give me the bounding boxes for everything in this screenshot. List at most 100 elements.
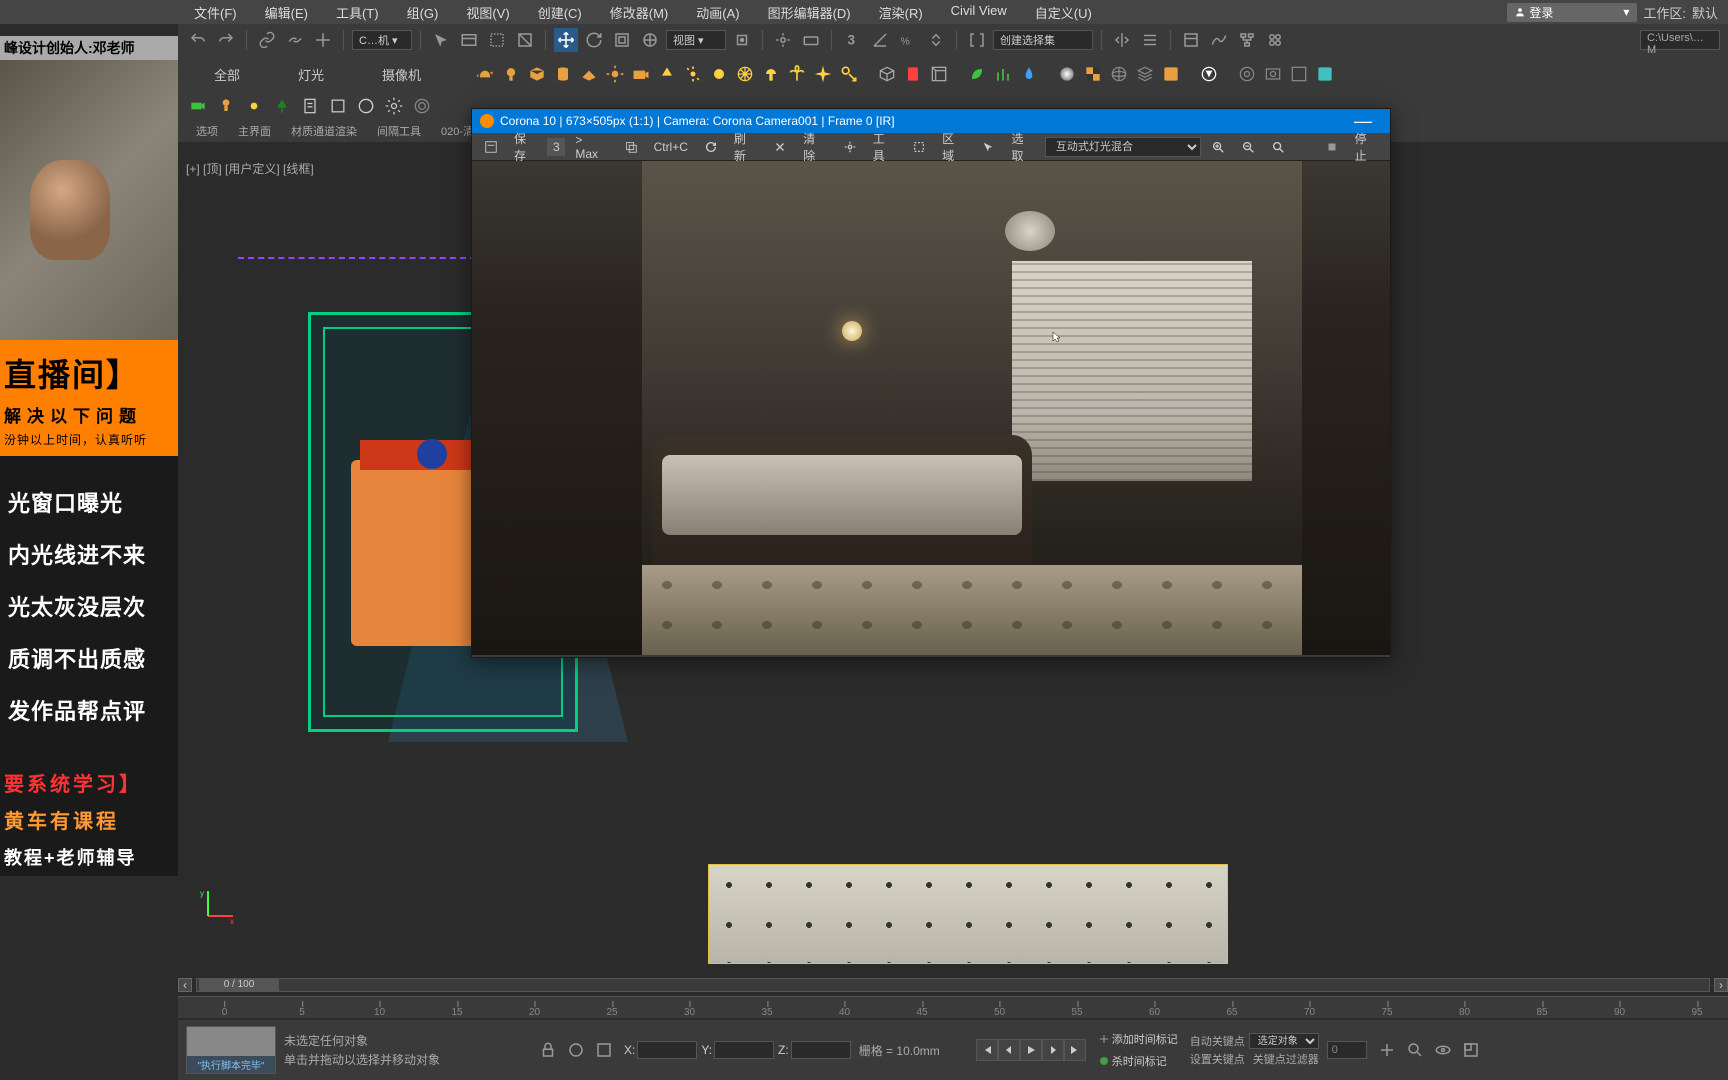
menu-edit[interactable]: 编辑(E)	[251, 3, 322, 22]
selection-lock-icon[interactable]	[592, 1038, 616, 1062]
grass-icon[interactable]	[991, 62, 1015, 86]
script-sun-icon[interactable]	[242, 94, 266, 118]
vfb-region-icon[interactable]	[906, 138, 932, 156]
vfb-save-list-button[interactable]	[478, 138, 504, 156]
vfb-ctrl-c-button[interactable]: Ctrl+C	[648, 138, 694, 156]
zoom-icon[interactable]	[1403, 1038, 1427, 1062]
window-crossing-icon[interactable]	[513, 28, 537, 52]
material-editor-icon[interactable]	[1263, 28, 1287, 52]
camera-icon[interactable]	[629, 62, 653, 86]
reference-system-combo[interactable]: 视图 ▾	[666, 30, 726, 50]
play-button[interactable]	[1020, 1039, 1042, 1061]
setkey-label[interactable]: 设置关键点	[1190, 1051, 1245, 1067]
key-target-combo[interactable]: 选定对象	[1249, 1033, 1319, 1049]
vfb-zoom-fit-icon[interactable]	[1265, 138, 1291, 156]
directional-light-icon[interactable]	[837, 62, 861, 86]
selection-filter-combo[interactable]: C…机 ▾	[352, 30, 412, 50]
render-setup-icon[interactable]	[1261, 62, 1285, 86]
script-note-icon[interactable]	[326, 94, 350, 118]
viewport-label[interactable]: [+] [顶] [用户定义] [线框]	[186, 160, 314, 177]
mushroom-icon[interactable]	[759, 62, 783, 86]
scale-icon[interactable]	[610, 28, 634, 52]
menu-civil-view[interactable]: Civil View	[937, 3, 1021, 22]
omni-light-icon[interactable]	[681, 62, 705, 86]
vfb-stop-button[interactable]: 停止	[1349, 128, 1384, 166]
rect-select-icon[interactable]	[485, 28, 509, 52]
menu-create[interactable]: 创建(C)	[524, 3, 596, 22]
bind-icon[interactable]	[311, 28, 335, 52]
pan-view-icon[interactable]	[1375, 1038, 1399, 1062]
vfb-select-button[interactable]: 选取	[1005, 128, 1040, 166]
frame-number-input[interactable]	[1327, 1041, 1367, 1059]
menu-views[interactable]: 视图(V)	[452, 3, 523, 22]
tab-lights[interactable]: 灯光	[270, 61, 352, 88]
keyfilter-button[interactable]: 关键点过滤器	[1253, 1051, 1319, 1067]
perspective-viewport[interactable]	[708, 864, 1228, 964]
vfb-copy-icon[interactable]	[618, 138, 644, 156]
script-target-icon[interactable]	[410, 94, 434, 118]
vray-icon[interactable]	[1197, 62, 1221, 86]
layers-icon[interactable]	[1133, 62, 1157, 86]
render-icon[interactable]	[1235, 62, 1259, 86]
starburst-icon[interactable]	[811, 62, 835, 86]
layer-explorer-icon[interactable]	[1179, 28, 1203, 52]
maxscript-thumb[interactable]: "执行脚本完毕"	[186, 1026, 276, 1074]
vfb-render-image[interactable]	[472, 161, 1390, 655]
curve-editor-icon[interactable]	[1207, 28, 1231, 52]
placement-icon[interactable]	[638, 28, 662, 52]
select-object-icon[interactable]	[429, 28, 453, 52]
pivot-icon[interactable]	[730, 28, 754, 52]
y-input[interactable]	[714, 1041, 774, 1059]
select-by-name-icon[interactable]	[457, 28, 481, 52]
plane-icon[interactable]	[577, 62, 601, 86]
portal-icon[interactable]	[901, 62, 925, 86]
orbit-icon[interactable]	[1431, 1038, 1455, 1062]
tab-material-channel[interactable]: 材质通道渲染	[281, 121, 367, 141]
menu-rendering[interactable]: 渲染(R)	[865, 3, 937, 22]
vfb-clear-button[interactable]: 清除	[797, 128, 832, 166]
autokey-label[interactable]: 自动关键点	[1190, 1033, 1245, 1049]
vfb-refresh-icon[interactable]	[698, 138, 724, 156]
exile-time-tag-button[interactable]: 杀时间标记	[1094, 1051, 1182, 1071]
prev-frame-button[interactable]	[998, 1039, 1020, 1061]
volume-icon[interactable]	[927, 62, 951, 86]
rotate-icon[interactable]	[582, 28, 606, 52]
render-frame-icon[interactable]	[1287, 62, 1311, 86]
light-bulb-icon[interactable]	[499, 62, 523, 86]
tab-main-ui[interactable]: 主界面	[228, 121, 281, 141]
flame-icon[interactable]	[1017, 62, 1041, 86]
box-icon[interactable]	[525, 62, 549, 86]
material-library-icon[interactable]	[1159, 62, 1183, 86]
vfb-clear-icon[interactable]	[767, 138, 793, 156]
render-production-icon[interactable]	[1313, 62, 1337, 86]
script-tree-icon[interactable]	[270, 94, 294, 118]
vfb-refresh-button[interactable]: 刷新	[728, 128, 763, 166]
selection-bracket-icon[interactable]	[965, 28, 989, 52]
script-light-icon[interactable]	[214, 94, 238, 118]
x-input[interactable]	[637, 1041, 697, 1059]
link-icon[interactable]	[255, 28, 279, 52]
vfb-titlebar[interactable]: Corona 10 | 673×505px (1:1) | Camera: Co…	[472, 109, 1390, 133]
tab-options[interactable]: 选项	[186, 121, 228, 141]
checker-icon[interactable]	[1081, 62, 1105, 86]
vfb-to-max-button[interactable]: > Max	[569, 131, 613, 163]
isolate-icon[interactable]	[564, 1038, 588, 1062]
vfb-tools-icon[interactable]	[837, 138, 863, 156]
geosphere-icon[interactable]	[733, 62, 757, 86]
mat-sphere-icon[interactable]	[1055, 62, 1079, 86]
palm-icon[interactable]	[785, 62, 809, 86]
timeline-ruler[interactable]: 0 5 10 15 20 25 30 35 40 45 50 55 60 65 …	[178, 996, 1728, 1018]
vfb-region-button[interactable]: 区域	[936, 128, 971, 166]
z-input[interactable]	[791, 1041, 851, 1059]
sphere-light-icon[interactable]	[707, 62, 731, 86]
unlink-icon[interactable]	[283, 28, 307, 52]
menu-group[interactable]: 组(G)	[393, 3, 453, 22]
schematic-view-icon[interactable]	[1235, 28, 1259, 52]
manipulate-icon[interactable]	[771, 28, 795, 52]
redo-icon[interactable]	[214, 28, 238, 52]
angle-snap-icon[interactable]	[868, 28, 892, 52]
slider-handle[interactable]: 0 / 100	[199, 979, 279, 991]
lock-selection-icon[interactable]	[536, 1038, 560, 1062]
goto-start-button[interactable]	[976, 1039, 998, 1061]
cylinder-icon[interactable]	[551, 62, 575, 86]
